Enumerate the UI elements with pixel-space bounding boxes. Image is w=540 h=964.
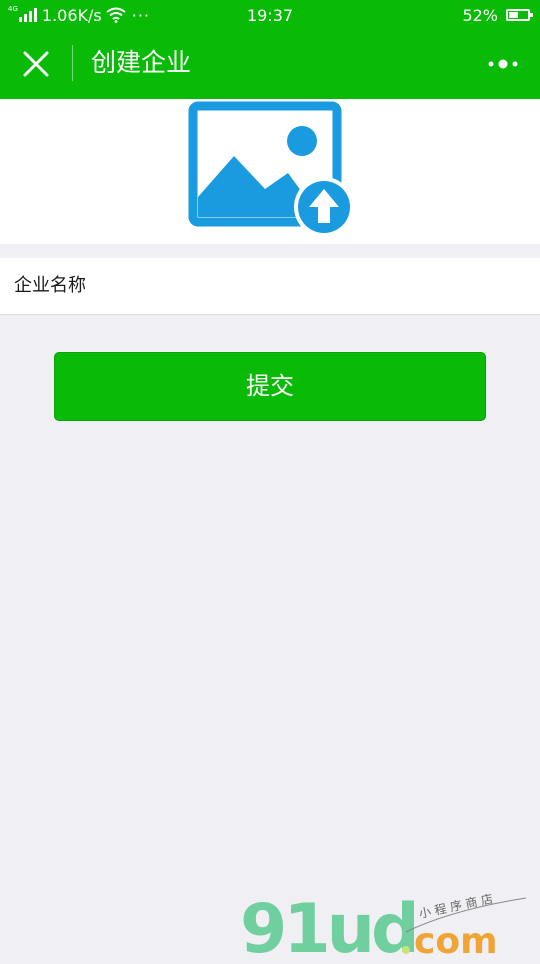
svg-text:com: com xyxy=(414,921,498,960)
image-upload-icon xyxy=(188,101,354,237)
company-name-row: 企业名称 xyxy=(0,258,540,315)
more-dots-icon xyxy=(488,59,518,69)
status-right: 52% xyxy=(462,0,533,30)
company-name-input[interactable] xyxy=(110,266,524,308)
nav-bar: 创建企业 xyxy=(0,30,540,99)
submit-button[interactable]: 提交 xyxy=(54,352,486,421)
svg-text:小 程 序 商 店: 小 程 序 商 店 xyxy=(418,891,495,921)
close-icon xyxy=(23,51,49,77)
status-time-wrap: 19:37 xyxy=(0,0,540,30)
upload-section xyxy=(0,99,540,244)
image-upload-button[interactable] xyxy=(188,101,354,237)
watermark-logo: 91ud com 小 程 序 商 店 xyxy=(236,880,536,964)
svg-text:91ud: 91ud xyxy=(240,890,416,960)
watermark-logo-icon: 91ud com 小 程 序 商 店 xyxy=(240,890,527,964)
close-button[interactable] xyxy=(16,44,56,84)
status-bar: 4G 1.06K/s ··· 19:37 52% xyxy=(0,0,540,30)
clock: 19:37 xyxy=(246,5,294,25)
battery-fill xyxy=(509,12,518,18)
battery-percent: 52% xyxy=(462,5,498,25)
more-button[interactable] xyxy=(484,50,524,78)
company-name-label: 企业名称 xyxy=(14,275,86,296)
page-title: 创建企业 xyxy=(91,48,192,77)
nav-divider xyxy=(72,45,73,81)
battery-icon xyxy=(506,9,533,21)
